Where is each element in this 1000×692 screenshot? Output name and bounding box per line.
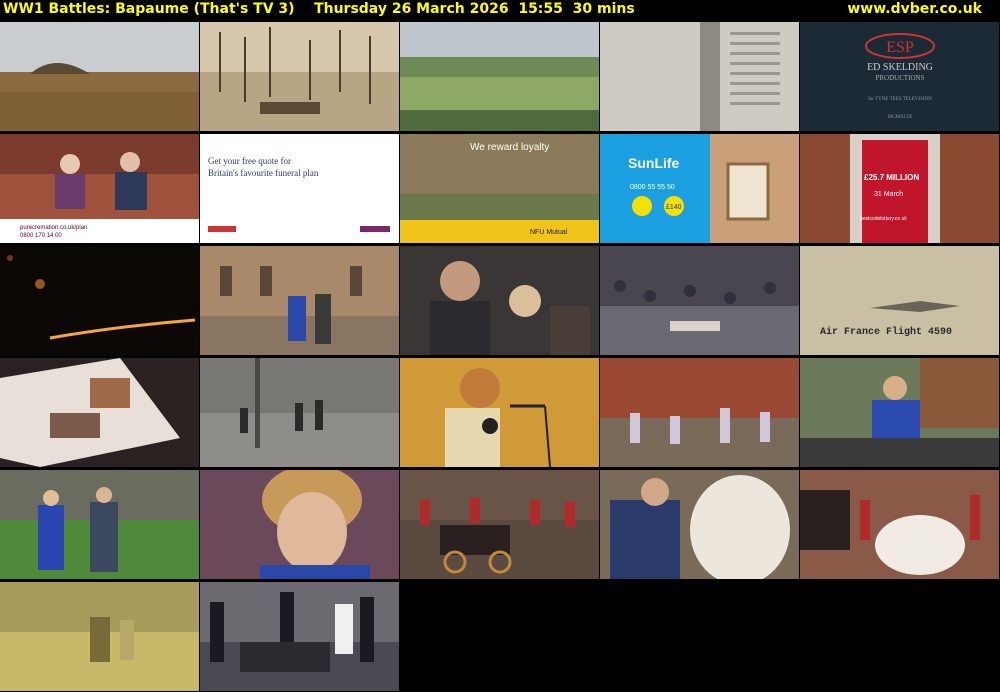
thumbnail-church-crowd[interactable]	[600, 358, 799, 467]
airplane-caption: Air France Flight 4590	[820, 326, 952, 338]
thumbnail-airplane[interactable]: Air France Flight 4590	[800, 246, 999, 355]
broadcast-time: 15:55	[518, 1, 563, 17]
esp-logo-line-4: for TYNE TEES TELEVISION	[868, 97, 932, 102]
thumbnail-crowd-close[interactable]	[400, 246, 599, 355]
thumbnail-wedding-dress[interactable]	[800, 470, 999, 579]
esp-logo-line-5: MCMXCIX	[888, 115, 913, 120]
esp-logo-line-3: PRODUCTIONS	[875, 74, 924, 82]
thumbnail-palace-steps[interactable]	[200, 246, 399, 355]
thumbnail-meadow[interactable]	[0, 582, 199, 691]
esp-logo-text: ESP	[886, 39, 914, 56]
broadcast-duration: 30 mins	[572, 1, 635, 17]
thumbnail-green-field[interactable]	[400, 22, 599, 131]
postcode-date: 31 March	[874, 191, 903, 198]
thumbnail-diana-close[interactable]	[200, 470, 399, 579]
thumbnail-wedding-couple[interactable]	[600, 470, 799, 579]
sunlife-logo: SunLife	[628, 155, 680, 171]
funeral-ad-line-1: Get your free quote for	[208, 156, 291, 166]
site-link[interactable]: www.dvber.co.uk	[847, 1, 982, 17]
broadcast-date: Thursday 26 March 2026	[314, 1, 509, 17]
thumbnail-carriage-guards[interactable]	[400, 470, 599, 579]
loyalty-ad-headline: We reward loyalty	[470, 142, 549, 153]
programme-title: WW1 Battles: Bapaume (That's TV 3) Thurs…	[3, 1, 635, 17]
thumbnail-cathedral-car[interactable]	[200, 582, 399, 691]
thumbnail-speaker-mic[interactable]	[400, 358, 599, 467]
sunlife-phone: 0800 55 55 50	[630, 184, 675, 191]
thumbnail-postcode-door[interactable]: £25.7 MILLION 31 March postcodelottery.c…	[800, 134, 999, 243]
postcode-amount: £25.7 MILLION	[864, 173, 919, 182]
thumbnail-battlefield-sepia[interactable]	[200, 22, 399, 131]
thumbnail-field-mound[interactable]	[0, 22, 199, 131]
thumbnail-soldiers-yard[interactable]	[200, 358, 399, 467]
thumbnail-loyalty-ad[interactable]: We reward loyalty NFU Mutual	[400, 134, 599, 243]
sunlife-amount: £140	[666, 204, 682, 211]
postcode-url: postcodelottery.co.uk	[860, 216, 907, 222]
thumbnail-photo-album[interactable]	[0, 358, 199, 467]
thumbnail-sunlife-ad[interactable]: SunLife 0800 55 55 50 £140	[600, 134, 799, 243]
header-bar: WW1 Battles: Bapaume (That's TV 3) Thurs…	[0, 0, 1000, 20]
thumbnail-grid: ESP ED SKELDING PRODUCTIONS for TYNE TEE…	[0, 22, 1000, 692]
thumbnail-esp-logo[interactable]: ESP ED SKELDING PRODUCTIONS for TYNE TEE…	[800, 22, 999, 131]
thumbnail-couple-lawn[interactable]	[0, 470, 199, 579]
funeral-ad-line-2: Britain's favourite funeral plan	[208, 168, 319, 178]
programme-name: WW1 Battles: Bapaume (That's TV 3)	[3, 1, 295, 17]
thumbnail-street-crowd[interactable]	[600, 246, 799, 355]
thumbnail-night-lights[interactable]	[0, 246, 199, 355]
thumbnail-memorial-wall[interactable]	[600, 22, 799, 131]
thumbnail-diana-street[interactable]	[800, 358, 999, 467]
esp-logo-line-2: ED SKELDING	[867, 62, 933, 73]
sofa-ad-phone: 0800 170 14 00	[20, 233, 62, 239]
thumbnail-couple-sofa[interactable]: purecremation.co.uk/plan 0800 170 14 00	[0, 134, 199, 243]
loyalty-ad-brand: NFU Mutual	[530, 229, 568, 236]
sofa-ad-url: purecremation.co.uk/plan	[20, 225, 87, 231]
thumbnail-funeral-ad[interactable]: Get your free quote for Britain's favour…	[200, 134, 399, 243]
